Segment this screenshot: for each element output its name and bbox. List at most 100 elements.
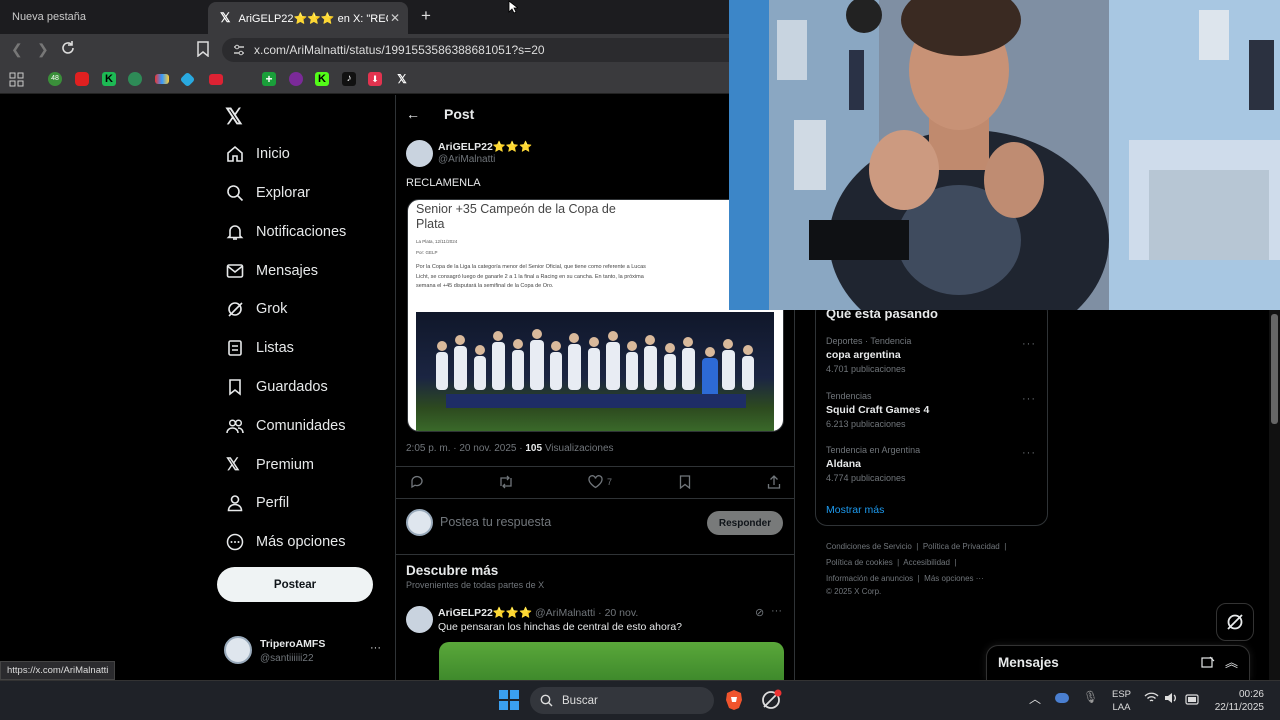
site-info-icon[interactable] bbox=[232, 43, 246, 60]
brave-browser-icon[interactable] bbox=[723, 689, 745, 711]
sports-bookmark-icon[interactable] bbox=[128, 72, 142, 86]
discover-avatar[interactable] bbox=[406, 606, 433, 633]
battery-icon[interactable] bbox=[1185, 692, 1200, 710]
bell-icon bbox=[226, 225, 244, 240]
post-image[interactable]: Senior +35 Campeón de la Copa de Plata L… bbox=[407, 199, 784, 432]
bookmark-48-icon[interactable]: 48 bbox=[48, 72, 62, 86]
status-url-tooltip: https://x.com/AriMalnatti bbox=[0, 661, 116, 680]
language-indicator[interactable]: ESP LAA bbox=[1112, 688, 1131, 714]
repost-icon[interactable] bbox=[498, 475, 514, 494]
sidebar-item-listas[interactable]: Listas bbox=[226, 336, 294, 360]
clock[interactable]: 00:26 22/11/2025 bbox=[1210, 688, 1264, 714]
trend-more-icon[interactable]: ··· bbox=[1022, 447, 1036, 459]
close-tab-icon[interactable]: ✕ bbox=[390, 11, 400, 25]
new-message-icon[interactable] bbox=[1201, 656, 1215, 675]
trend-more-icon[interactable]: ··· bbox=[1022, 393, 1036, 405]
youtube-bookmark-icon[interactable] bbox=[75, 72, 89, 86]
wifi-icon[interactable] bbox=[1144, 691, 1159, 709]
article-title: Senior +35 Campeón de la Copa de Plata bbox=[416, 202, 616, 231]
reply-button[interactable]: Responder bbox=[707, 511, 783, 535]
onedrive-icon[interactable] bbox=[1055, 693, 1069, 703]
kick2-bookmark-icon[interactable]: K bbox=[315, 72, 329, 86]
footer-link[interactable]: Información de anuncios bbox=[826, 574, 913, 583]
tab-new-tab[interactable]: Nueva pestaña bbox=[0, 0, 205, 34]
x-logo-icon[interactable]: 𝕏 bbox=[225, 104, 243, 130]
sidebar-item-inicio[interactable]: Inicio bbox=[226, 142, 290, 166]
sidebar-item-grok[interactable]: Grok bbox=[226, 297, 287, 321]
back-arrow-icon[interactable]: ← bbox=[406, 106, 420, 122]
expand-drawer-icon[interactable]: ︽ bbox=[1225, 652, 1238, 671]
grok-post-icon[interactable]: ⊘ bbox=[755, 606, 764, 619]
messages-drawer[interactable]: Mensajes ︽ bbox=[986, 645, 1250, 680]
trend-more-icon[interactable]: ··· bbox=[1022, 338, 1036, 350]
new-tab-button[interactable]: + bbox=[421, 6, 431, 26]
author-handle[interactable]: @AriMalnatti bbox=[438, 154, 495, 165]
tab-label: AriGELP22⭐⭐⭐ en X: "RECLA bbox=[238, 12, 388, 25]
url-bar[interactable]: x.com/AriMalnatti/status/199155358638868… bbox=[222, 38, 782, 62]
app-icon[interactable] bbox=[760, 689, 782, 711]
tab-x-post[interactable]: 𝕏 AriGELP22⭐⭐⭐ en X: "RECLA ✕ bbox=[208, 2, 408, 34]
windows-start-icon[interactable] bbox=[499, 690, 519, 715]
sidebar-item-premium[interactable]: 𝕏 Premium bbox=[226, 453, 314, 477]
sidebar-item-comunidades[interactable]: Comunidades bbox=[226, 414, 345, 438]
tiktok-bookmark-icon[interactable]: ♪ bbox=[342, 72, 356, 86]
tray-chevron-icon[interactable]: ︿ bbox=[1029, 690, 1041, 707]
reload-icon[interactable] bbox=[60, 40, 76, 61]
forward-icon[interactable]: ❯ bbox=[37, 41, 49, 58]
volume-icon[interactable] bbox=[1164, 691, 1179, 709]
bookmark-page-icon[interactable] bbox=[197, 41, 209, 62]
sidebar-item-mas-opciones[interactable]: Más opciones bbox=[226, 530, 345, 554]
show-more-link[interactable]: Mostrar más bbox=[826, 504, 884, 516]
sidebar-item-explorar[interactable]: Explorar bbox=[226, 181, 310, 205]
list-icon bbox=[228, 340, 242, 356]
apps-grid-icon[interactable] bbox=[9, 72, 24, 92]
footer-link[interactable]: Accesibilidad bbox=[903, 558, 950, 567]
reply-icon[interactable] bbox=[410, 475, 425, 494]
sidebar-item-perfil[interactable]: Perfil bbox=[226, 491, 289, 515]
back-icon[interactable]: ❮ bbox=[11, 41, 23, 58]
x-bookmark-icon[interactable]: 𝕏 bbox=[395, 72, 409, 86]
trend-item[interactable]: Tendencias Squid Craft Games 4 6.213 pub… bbox=[826, 391, 1036, 429]
taskbar-search[interactable]: Buscar bbox=[530, 687, 714, 714]
footer-link[interactable]: Condiciones de Servicio bbox=[826, 542, 912, 551]
trend-item[interactable]: Deportes · Tendencia copa argentina 4.70… bbox=[826, 336, 1036, 374]
clock-date: 22/11/2025 bbox=[1214, 702, 1264, 713]
share-icon[interactable] bbox=[767, 475, 781, 494]
purple-bookmark-icon[interactable] bbox=[289, 72, 303, 86]
footer-link[interactable]: Política de cookies bbox=[826, 558, 893, 567]
footer-separator: | bbox=[897, 558, 900, 567]
author-avatar[interactable] bbox=[406, 140, 433, 167]
views-label: Visualizaciones bbox=[544, 443, 614, 454]
microphone-icon[interactable]: 🎙 bbox=[1083, 690, 1098, 704]
avatar[interactable] bbox=[224, 636, 252, 664]
mouse-cursor-icon bbox=[508, 0, 520, 19]
discover-video-thumbnail[interactable] bbox=[439, 642, 784, 680]
account-menu-icon[interactable]: ··· bbox=[370, 642, 381, 654]
trend-context: Tendencias bbox=[826, 391, 872, 401]
article-date: La Plata, 12/11/2024 bbox=[416, 239, 458, 244]
discover-author[interactable]: AriGELP22⭐⭐⭐ bbox=[438, 607, 532, 619]
download-bookmark-icon[interactable]: ⬇ bbox=[368, 72, 382, 86]
sidebar-item-mensajes[interactable]: Mensajes bbox=[226, 259, 318, 283]
bookmark-post-icon[interactable] bbox=[679, 475, 691, 494]
trend-item[interactable]: Tendencia en Argentina Aldana 4.774 publ… bbox=[826, 445, 1036, 483]
page-scrollbar[interactable] bbox=[1269, 310, 1280, 680]
sidebar-item-guardados[interactable]: Guardados bbox=[226, 375, 328, 399]
post-button[interactable]: Postear bbox=[217, 567, 373, 602]
grok-floating-button[interactable] bbox=[1216, 603, 1254, 641]
discover-more-icon[interactable]: ··· bbox=[771, 605, 782, 617]
stats-bookmark-icon[interactable] bbox=[209, 74, 223, 85]
author-name[interactable]: AriGELP22⭐⭐⭐ bbox=[438, 140, 532, 153]
reply-input[interactable]: Postea tu respuesta bbox=[440, 515, 551, 529]
gmail-bookmark-icon[interactable] bbox=[155, 74, 169, 84]
tab-label: Nueva pestaña bbox=[12, 11, 86, 23]
clock-time: 00:26 bbox=[1238, 689, 1264, 700]
like-button[interactable]: 7 bbox=[588, 475, 612, 489]
sidebar-item-label: Explorar bbox=[256, 185, 310, 201]
sidebar-item-notificaciones[interactable]: Notificaciones bbox=[226, 220, 346, 244]
kick-bookmark-icon[interactable]: K bbox=[102, 72, 116, 86]
footer-link[interactable]: Más opciones ··· bbox=[924, 574, 984, 583]
green-cross-bookmark-icon[interactable]: + bbox=[262, 72, 276, 86]
scrollbar-thumb[interactable] bbox=[1271, 314, 1278, 424]
footer-link[interactable]: Política de Privacidad bbox=[923, 542, 1000, 551]
